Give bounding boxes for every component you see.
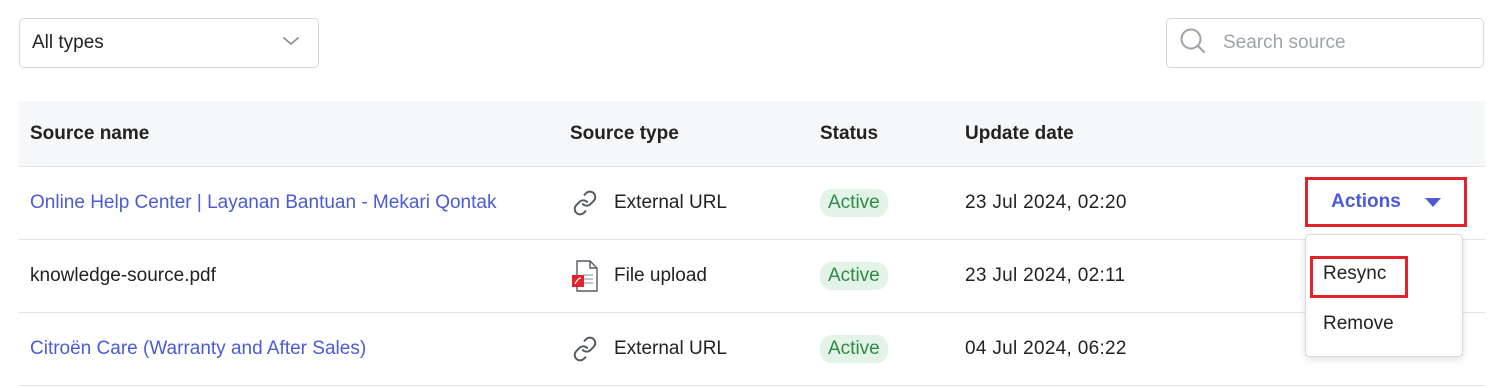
update-date: 23 Jul 2024, 02:20: [965, 192, 1127, 213]
sources-table: Source name Source type Status Update da…: [19, 101, 1485, 386]
table-header: Source name Source type Status Update da…: [19, 101, 1485, 167]
chevron-down-icon: [282, 34, 300, 52]
source-name-link[interactable]: Online Help Center | Layanan Bantuan - M…: [30, 192, 496, 214]
status-badge: Active: [820, 189, 888, 217]
source-type-label: External URL: [614, 192, 727, 213]
status-badge: Active: [820, 335, 888, 363]
header-source-name: Source name: [30, 123, 150, 144]
source-type-label: External URL: [614, 338, 727, 359]
source-name-link[interactable]: Citroën Care (Warranty and After Sales): [30, 338, 366, 360]
type-filter-value: All types: [32, 32, 104, 53]
search-box[interactable]: [1166, 18, 1484, 68]
update-date: 23 Jul 2024, 02:11: [965, 265, 1126, 286]
update-date: 04 Jul 2024, 06:22: [965, 338, 1127, 359]
caret-down-icon: [1424, 197, 1441, 207]
actions-dropdown-menu: Resync Remove: [1305, 234, 1463, 357]
pdf-file-icon: [570, 260, 600, 292]
search-input[interactable]: [1221, 31, 1465, 55]
link-icon: [570, 334, 600, 364]
menu-item-remove[interactable]: Remove: [1323, 313, 1394, 335]
header-update-date: Update date: [965, 123, 1074, 144]
menu-item-resync[interactable]: Resync: [1323, 263, 1386, 285]
status-badge: Active: [820, 262, 888, 290]
link-icon: [570, 188, 600, 218]
type-filter-select[interactable]: All types: [19, 18, 319, 68]
source-name: knowledge-source.pdf: [30, 265, 216, 286]
actions-label: Actions: [1331, 191, 1401, 212]
table-row: knowledge-source.pdf File upload Active …: [19, 240, 1485, 313]
table-row: Online Help Center | Layanan Bantuan - M…: [19, 167, 1485, 240]
header-status: Status: [820, 123, 879, 144]
actions-button[interactable]: Actions: [1305, 177, 1467, 227]
source-type-label: File upload: [614, 265, 707, 286]
header-source-type: Source type: [570, 123, 679, 144]
search-icon: [1179, 27, 1207, 60]
table-row: Citroën Care (Warranty and After Sales) …: [19, 313, 1485, 386]
